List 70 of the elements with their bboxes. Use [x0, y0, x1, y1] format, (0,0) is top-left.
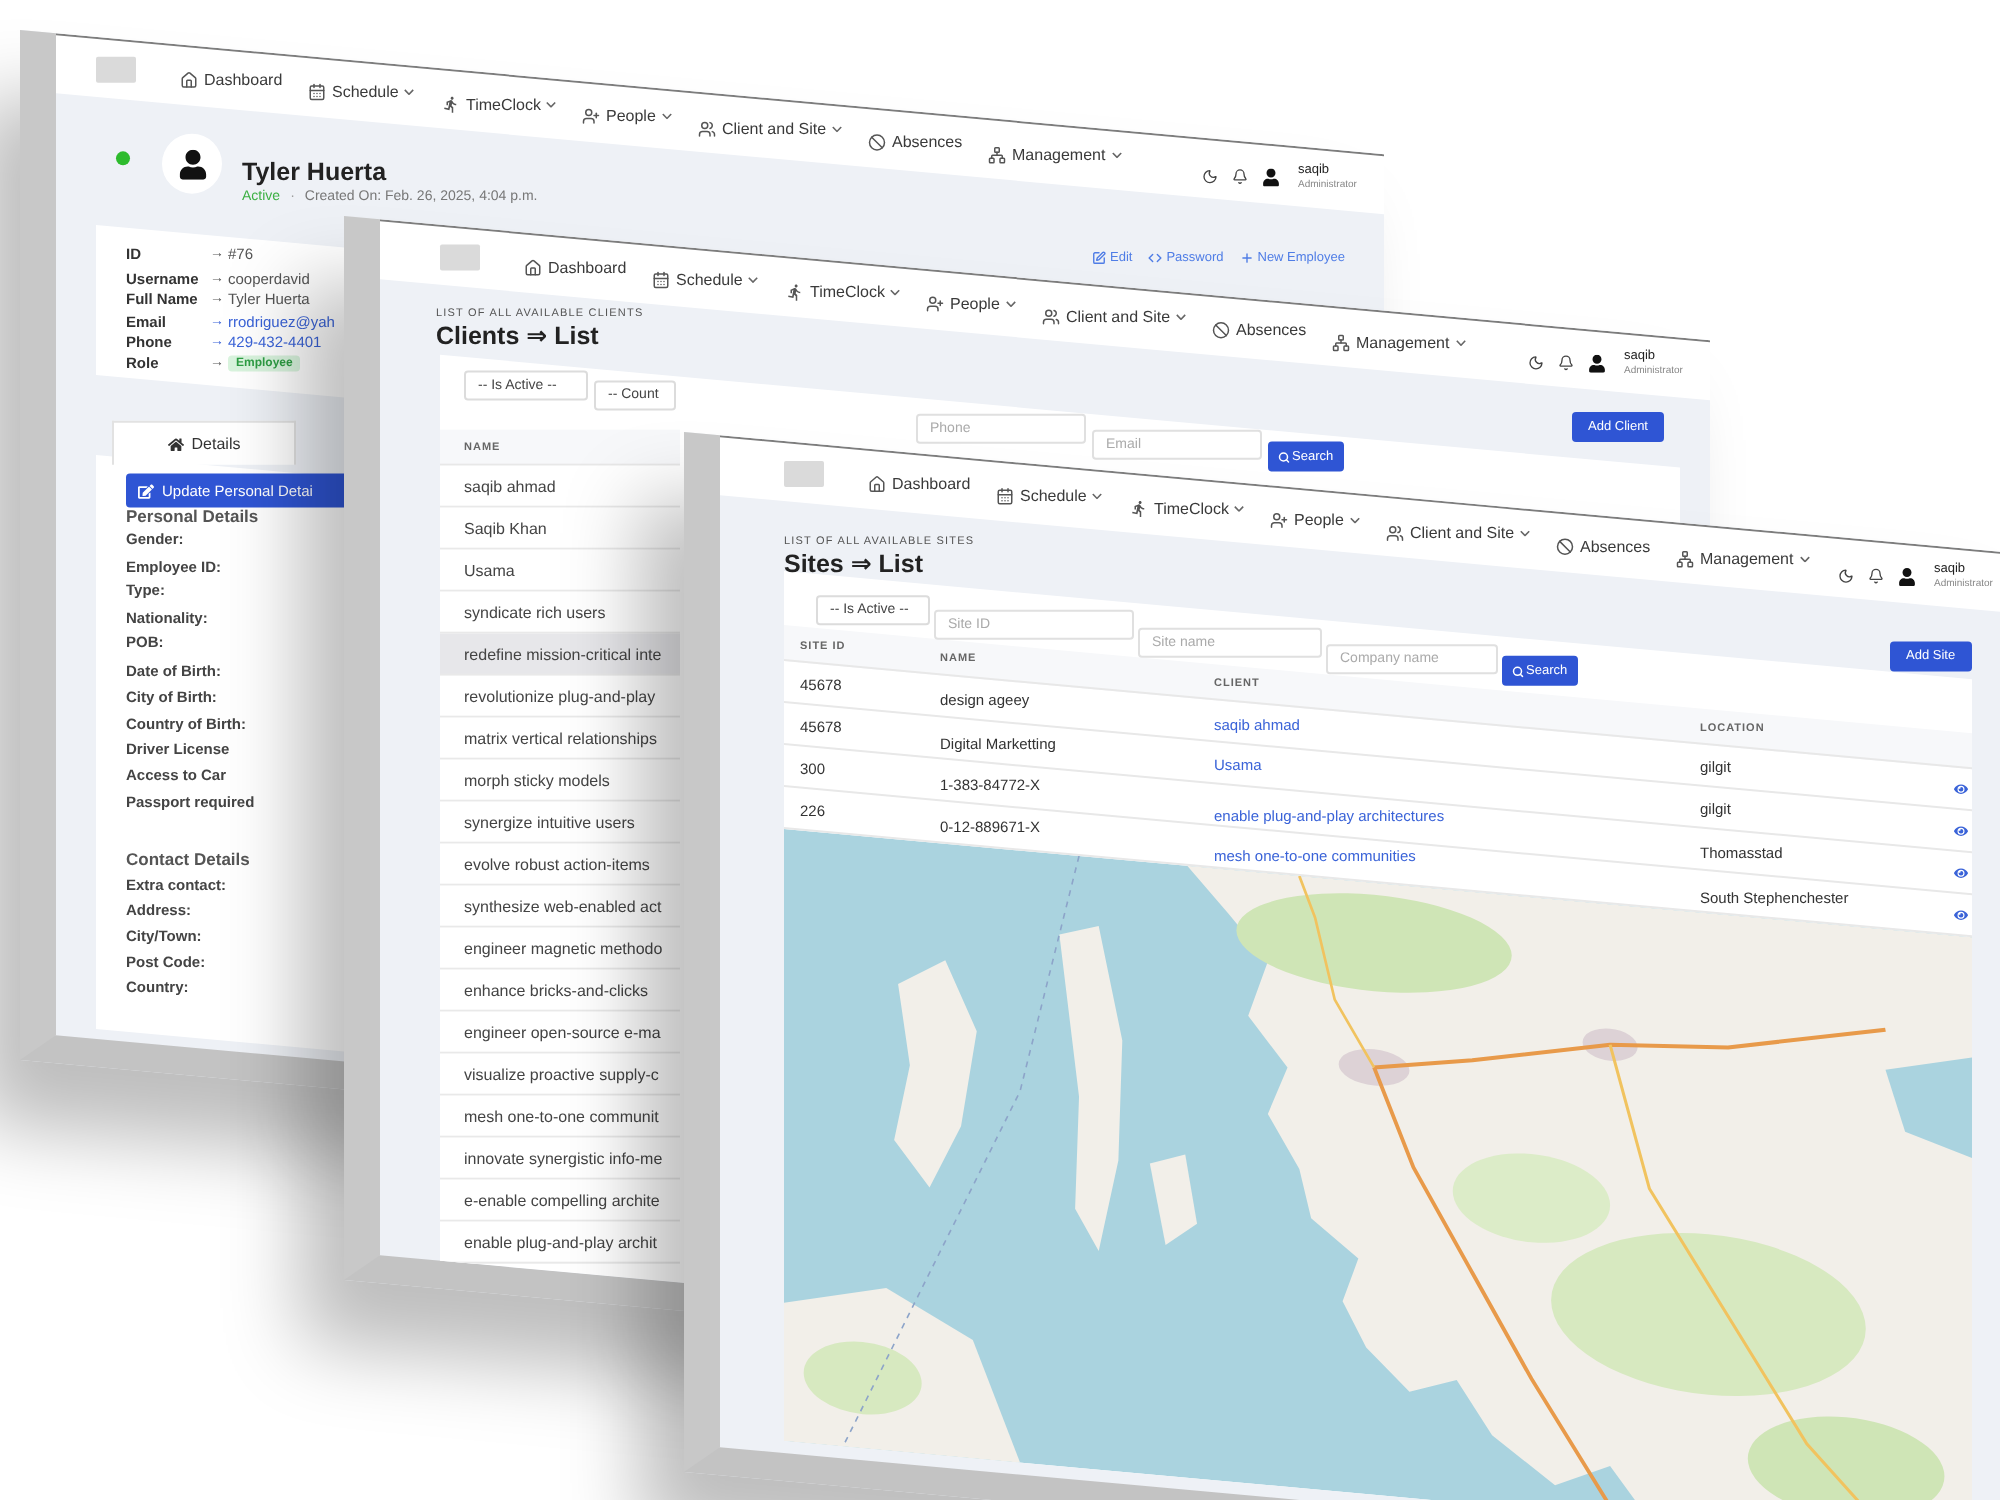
eye-icon[interactable] [1954, 823, 1968, 838]
nav-link[interactable]: People [1269, 511, 1360, 530]
slashed-circle-icon [1211, 321, 1230, 340]
nav-link[interactable]: Client and Site [1385, 524, 1530, 543]
nav-link[interactable]: Schedule [996, 487, 1103, 506]
sitemap-icon [1332, 334, 1351, 352]
search-icon [1278, 450, 1290, 463]
nav-link[interactable]: TimeClock [785, 283, 900, 302]
running-person-icon [785, 283, 803, 302]
edit-icon [1091, 250, 1106, 264]
section-heading: Contact Details [126, 847, 250, 874]
plus-icon [1238, 250, 1253, 264]
running-person-icon [441, 95, 459, 114]
people-icon [1385, 524, 1404, 543]
eye-icon[interactable] [1954, 907, 1968, 922]
nav-link[interactable]: Client and Site [697, 120, 842, 139]
nav-link[interactable]: TimeClock [441, 95, 556, 114]
running-person-icon [1129, 499, 1147, 518]
bell-icon[interactable] [1557, 353, 1574, 370]
nav-link[interactable]: People [925, 295, 1016, 314]
avatar-icon[interactable] [1897, 566, 1916, 584]
avatar-icon[interactable] [1587, 352, 1606, 371]
tab[interactable]: Details [112, 420, 296, 465]
moon-icon[interactable] [1527, 353, 1544, 370]
search-icon [1512, 664, 1524, 677]
nav-link[interactable]: People [581, 107, 672, 126]
bell-icon[interactable] [1231, 167, 1248, 184]
section-heading: Personal Details [126, 503, 259, 530]
nav-link[interactable]: Schedule [308, 83, 415, 102]
edit-icon [138, 482, 154, 499]
nav-link[interactable]: Management [1676, 550, 1810, 569]
calendar-icon [996, 487, 1015, 506]
nav-link[interactable]: Dashboard [180, 71, 283, 90]
avatar-icon [162, 133, 222, 194]
slashed-circle-icon [1555, 537, 1574, 556]
house-icon [180, 71, 198, 90]
people-icon [1041, 308, 1060, 327]
nav-link[interactable]: Absences [867, 133, 963, 152]
page-title: Clients ⇒ List [436, 321, 599, 352]
house-icon [524, 259, 542, 278]
nav-link[interactable]: Management [1332, 334, 1466, 352]
calendar-icon [652, 270, 671, 289]
nav-link[interactable]: Management [988, 146, 1122, 165]
moon-icon[interactable] [1837, 567, 1854, 583]
table-row[interactable]: redefine mission-critical inte [440, 633, 680, 676]
sitemap-icon [1676, 550, 1695, 569]
avatar-icon[interactable] [1261, 166, 1280, 185]
nav-link[interactable]: Client and Site [1041, 308, 1186, 327]
calendar-icon [308, 83, 327, 102]
code-icon [1147, 250, 1162, 264]
house-icon [868, 475, 886, 494]
moon-icon[interactable] [1201, 167, 1218, 184]
person-plus-icon [581, 107, 600, 126]
nav-link[interactable]: Absences [1211, 321, 1307, 340]
nav-link[interactable]: Absences [1555, 537, 1651, 556]
nav-link[interactable]: TimeClock [1129, 499, 1244, 518]
sitemap-icon [988, 146, 1007, 165]
people-icon [697, 120, 716, 139]
bell-icon[interactable] [1867, 567, 1884, 583]
slashed-circle-icon [867, 133, 886, 152]
person-plus-icon [925, 295, 944, 314]
nav-link[interactable]: Schedule [652, 270, 759, 289]
eye-icon[interactable] [1954, 865, 1968, 880]
page-title: Sites ⇒ List [784, 549, 924, 580]
eye-icon[interactable] [1954, 781, 1968, 796]
person-plus-icon [1269, 511, 1288, 530]
nav-link[interactable]: Dashboard [868, 475, 971, 494]
employee-name: Tyler Huerta [242, 157, 387, 188]
house-icon [167, 435, 184, 452]
nav-link[interactable]: Dashboard [524, 259, 627, 278]
